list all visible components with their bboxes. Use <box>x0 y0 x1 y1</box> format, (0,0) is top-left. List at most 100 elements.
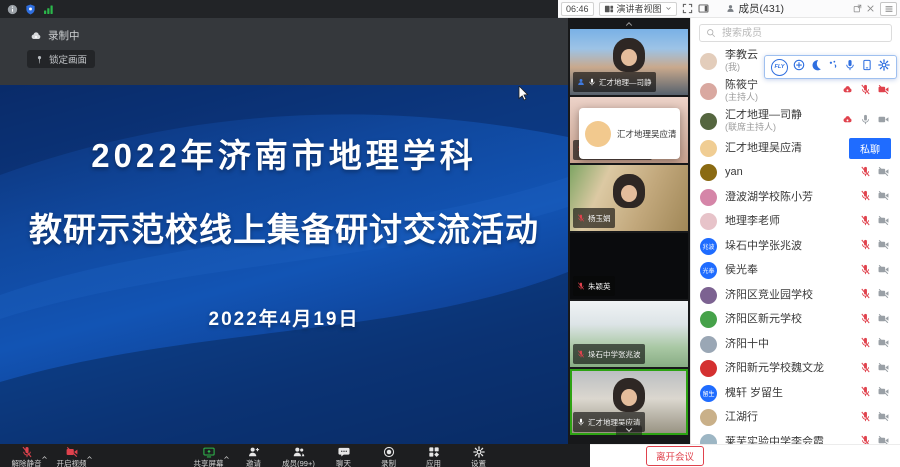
toolbar-invite-button[interactable]: 邀请 <box>231 446 276 467</box>
participant-name: 澄波湖学校陈小芳 <box>725 191 813 204</box>
camera-off-icon <box>878 311 889 329</box>
tablet-icon[interactable] <box>861 58 873 76</box>
participant-status-icons <box>860 409 891 427</box>
participant-row[interactable]: 地理李老师 <box>691 210 900 235</box>
participant-row[interactable]: 济阳新元学校魏文龙 <box>691 357 900 382</box>
participant-row[interactable]: 汇才地理吴应清 私聊 <box>691 136 900 161</box>
participant-avatar <box>700 311 717 328</box>
participant-row[interactable]: 兆波垛石中学张兆波 <box>691 234 900 259</box>
participant-avatar <box>700 113 717 130</box>
toolbar-button-label: 录制 <box>381 458 396 467</box>
mic-muted-icon <box>577 209 585 227</box>
mic-muted-icon <box>860 237 871 255</box>
mic-muted-icon <box>860 262 871 280</box>
expand-strip-button[interactable] <box>616 425 642 435</box>
participant-avatar <box>700 287 717 304</box>
cloud-recording-icon <box>30 30 42 42</box>
toolbar-button-label: 开启视频 <box>57 458 87 467</box>
video-thumbnail[interactable]: 朱颖英 <box>570 233 688 299</box>
participant-name: 江湖行 <box>725 411 758 424</box>
participant-row[interactable]: 济阳十中 <box>691 332 900 357</box>
window-menu-button[interactable] <box>880 2 897 16</box>
move-icon[interactable] <box>793 58 805 76</box>
mic-muted-icon <box>860 164 871 182</box>
video-thumbnail[interactable]: 汇才地理—司静 <box>570 29 688 95</box>
private-chat-button[interactable]: 私聊 <box>849 138 891 159</box>
toolbar-button-label: 成员(99+) <box>282 458 315 467</box>
fullscreen-button[interactable] <box>682 3 693 14</box>
participant-status-icons <box>860 188 891 206</box>
chevron-up-icon[interactable] <box>223 448 230 466</box>
audio-icon[interactable] <box>827 58 839 76</box>
pin-icon <box>35 55 44 64</box>
participant-row[interactable]: 江湖行 <box>691 406 900 431</box>
participant-name: 汇才地理吴应清 <box>725 142 802 155</box>
participant-row[interactable]: 澄波湖学校陈小芳 <box>691 185 900 210</box>
toolbar-settings-button[interactable]: 设置 <box>456 446 501 467</box>
mic-muted-icon <box>860 433 871 444</box>
video-thumbnail[interactable]: 澄波湖学校陈小芳汇才地理吴应清 <box>570 97 688 163</box>
mic-muted-icon <box>21 446 33 457</box>
popout-panel-button[interactable] <box>853 4 862 13</box>
network-signal-icon <box>43 4 54 15</box>
participant-status-icons <box>860 286 891 304</box>
close-panel-button[interactable] <box>866 4 875 13</box>
video-thumbnail[interactable]: 垛石中学张兆波 <box>570 301 688 367</box>
participant-row[interactable]: 光奉侯光奉 <box>691 259 900 284</box>
info-icon[interactable] <box>7 4 18 15</box>
toolbar-apps-button[interactable]: 应用 <box>411 446 456 467</box>
toolbar-share-screen-button[interactable]: 共享屏幕 <box>186 446 231 467</box>
leave-meeting-button[interactable]: 离开会议 <box>646 446 704 466</box>
participant-status-icons <box>860 262 891 280</box>
collapse-strip-button[interactable] <box>568 18 690 29</box>
moon-icon[interactable] <box>810 58 822 76</box>
participant-name: 济阳新元学校魏文龙 <box>725 362 824 375</box>
mic-icon[interactable] <box>844 58 856 76</box>
mic-muted-icon <box>860 82 871 100</box>
toolbar-chat-button[interactable]: 聊天 <box>321 446 366 467</box>
mic-muted-icon <box>577 345 585 363</box>
pin-view-chip[interactable]: 锁定画面 <box>27 50 95 68</box>
participant-row[interactable]: 济阳区竞业园学校 <box>691 283 900 308</box>
toolbar-camera-off-button[interactable]: 开启视频 <box>49 446 94 467</box>
meeting-timer: 06:46 <box>561 2 594 16</box>
participant-avatar <box>700 434 717 444</box>
participant-row[interactable]: 莱芜实验中学李会霞 <box>691 430 900 444</box>
fly-annotation-toolbar[interactable]: FLY <box>764 55 897 79</box>
chevron-up-icon[interactable] <box>41 448 48 466</box>
toolbar-button-label: 解除静音 <box>12 458 42 467</box>
camera-off-icon <box>878 335 889 353</box>
chevron-up-icon[interactable] <box>86 448 93 466</box>
participant-avatar <box>700 53 717 70</box>
mic-on-icon <box>577 413 585 431</box>
titlebar-left <box>0 0 558 18</box>
member-search[interactable] <box>699 24 892 42</box>
participant-status-icons <box>860 384 891 402</box>
participant-status-icons <box>860 237 891 255</box>
gear-icon[interactable] <box>878 58 890 76</box>
participant-row[interactable]: yan <box>691 161 900 186</box>
toolbar-mic-muted-button[interactable]: 解除静音 <box>4 446 49 467</box>
participant-row[interactable]: 陈筱宁(主持人) <box>691 76 900 106</box>
share-screen-icon <box>203 446 215 457</box>
meeting-window: 06:46 演讲者视图 成员(431) 录制中 <box>0 0 900 467</box>
toolbar-button-label: 应用 <box>426 458 441 467</box>
toolbar-button-label: 设置 <box>471 458 486 467</box>
search-input[interactable] <box>720 27 885 40</box>
participant-row[interactable]: 汇才地理—司静(联席主持人) <box>691 106 900 136</box>
mouse-cursor <box>518 86 530 102</box>
shield-icon[interactable] <box>25 4 36 15</box>
toolbar-record-button[interactable]: 录制 <box>366 446 411 467</box>
view-mode-button[interactable]: 演讲者视图 <box>599 2 677 16</box>
camera-off-icon <box>878 213 889 231</box>
participant-name: 汇才地理—司静(联席主持人) <box>725 109 802 133</box>
toolbar-members-button[interactable]: 成员(99+) <box>276 446 321 467</box>
participant-row[interactable]: 留生槐轩 岁留生 <box>691 381 900 406</box>
video-thumbnail[interactable]: 杨玉娟 <box>570 165 688 231</box>
participant-name: 陈筱宁(主持人) <box>725 79 758 103</box>
toggle-sidebar-button[interactable] <box>698 3 709 14</box>
video-thumbnail[interactable]: 汇才地理吴应清 <box>570 369 688 435</box>
participant-row[interactable]: 济阳区新元学校 <box>691 308 900 333</box>
participant-name: 济阳区竞业园学校 <box>725 289 813 302</box>
apps-icon <box>428 446 440 457</box>
